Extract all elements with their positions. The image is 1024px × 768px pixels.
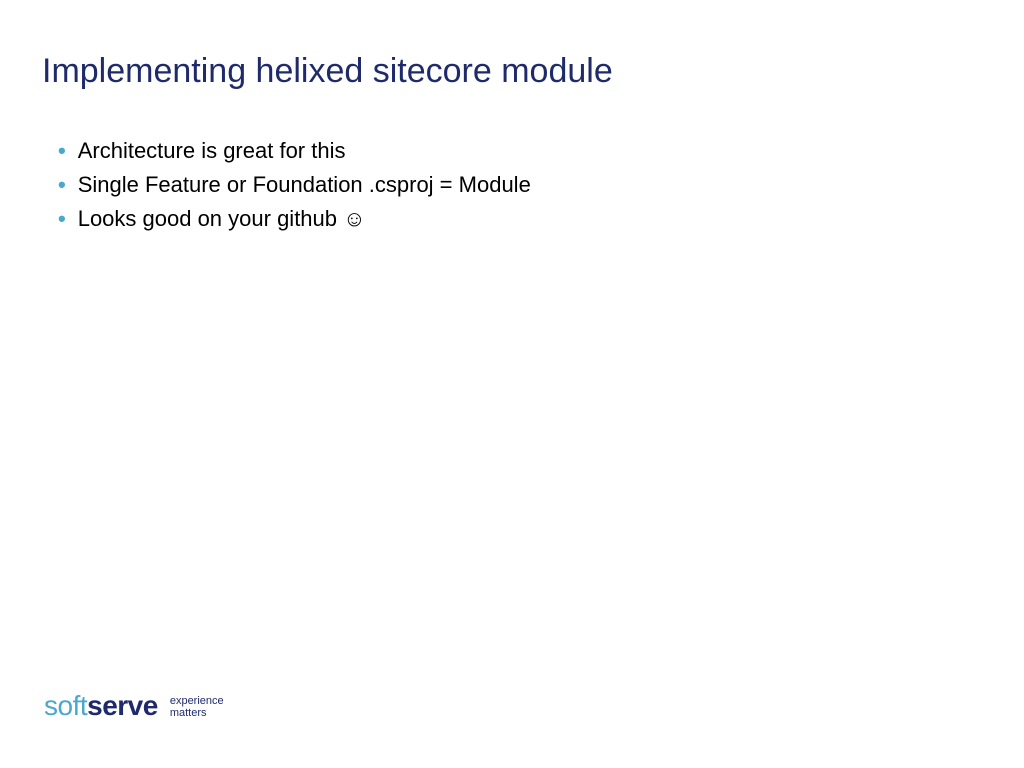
tagline-line-2: matters	[170, 707, 224, 719]
list-item: • Single Feature or Foundation .csproj =…	[58, 172, 531, 198]
bullet-icon: •	[58, 206, 66, 232]
tagline-line-1: experience	[170, 695, 224, 707]
logo-tagline: experience matters	[170, 695, 224, 719]
bullet-text: Architecture is great for this	[78, 138, 346, 164]
logo-serve: serve	[87, 690, 158, 721]
logo-soft: soft	[44, 690, 87, 721]
bullet-icon: •	[58, 138, 66, 164]
list-item: • Architecture is great for this	[58, 138, 531, 164]
list-item: • Looks good on your github ☺	[58, 206, 531, 232]
bullet-text: Looks good on your github ☺	[78, 206, 366, 232]
slide-title: Implementing helixed sitecore module	[42, 52, 613, 91]
bullet-icon: •	[58, 172, 66, 198]
bullet-list: • Architecture is great for this • Singl…	[58, 138, 531, 240]
logo-wordmark: softserve	[44, 690, 158, 722]
bullet-text: Single Feature or Foundation .csproj = M…	[78, 172, 531, 198]
brand-logo: softserve experience matters	[44, 690, 224, 722]
